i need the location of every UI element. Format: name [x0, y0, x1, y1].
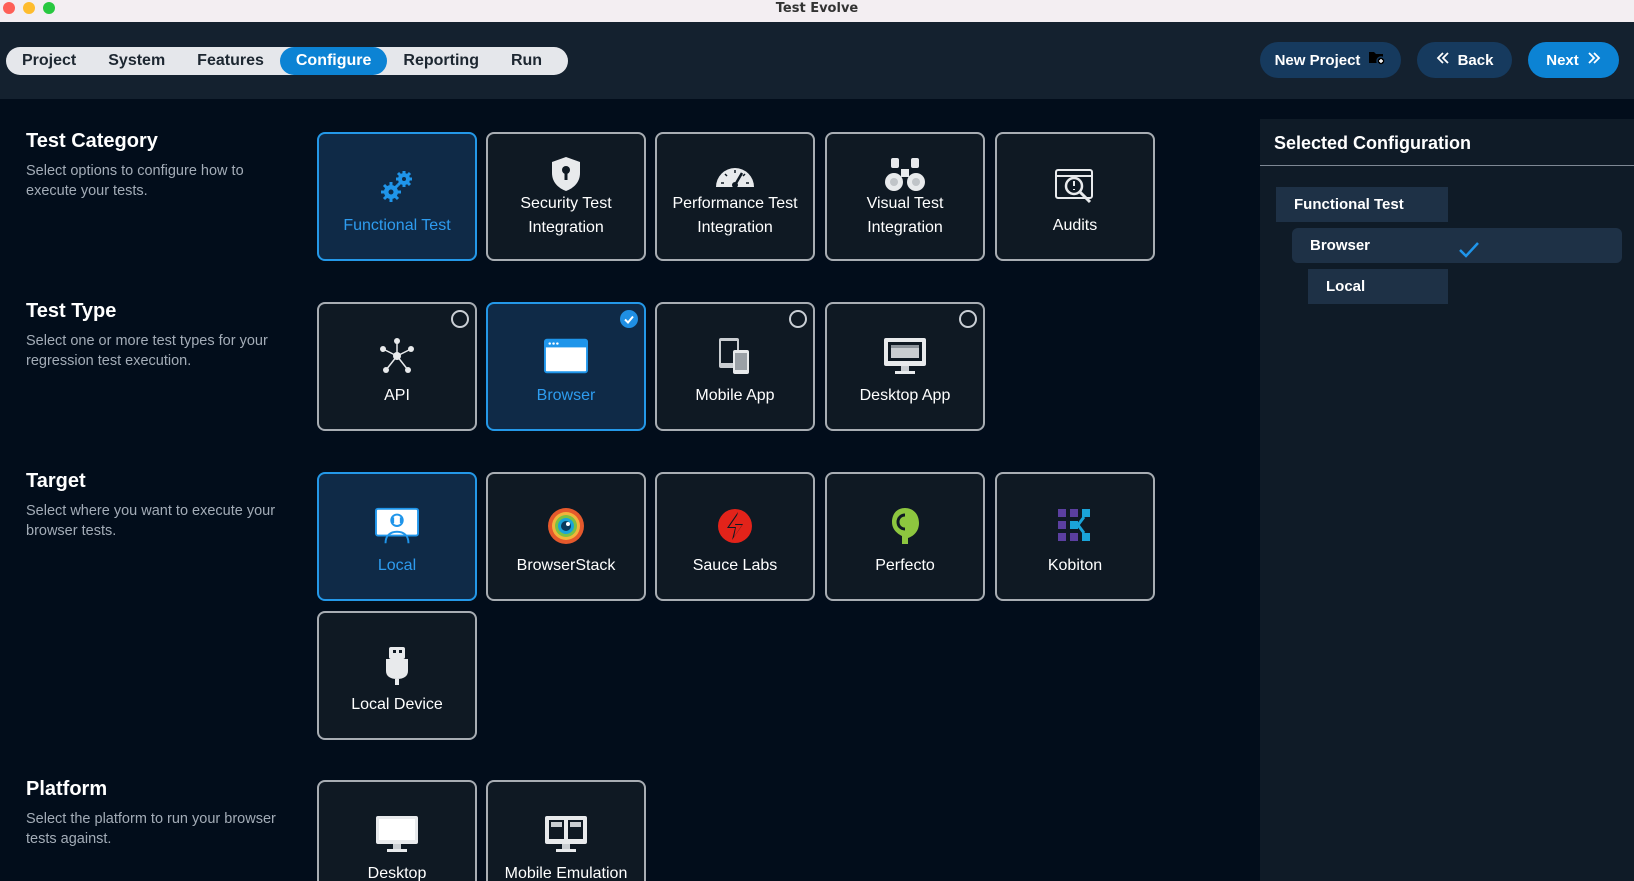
platform-description: Select the platform to run your browser …	[26, 811, 276, 847]
wizard-tabs: Project System Features Configure Report…	[6, 47, 568, 75]
browser-window-icon	[544, 334, 588, 378]
checkmark-circle-icon[interactable]	[620, 310, 638, 328]
radio-unchecked-icon[interactable]	[789, 310, 807, 328]
browserstack-logo-icon	[544, 504, 588, 548]
test-type-description: Select one or more test types for your r…	[26, 333, 268, 369]
tile-audits[interactable]: Audits	[995, 132, 1155, 261]
tile-label: Functional Test	[343, 217, 451, 234]
desktop-monitor-icon	[375, 812, 419, 856]
binoculars-icon	[883, 152, 927, 196]
tile-browserstack[interactable]: BrowserStack	[486, 472, 646, 601]
folder-plus-icon	[1368, 50, 1387, 70]
test-category-heading: Test Category	[26, 130, 158, 152]
next-label: Next	[1546, 51, 1579, 69]
usb-plug-icon	[375, 643, 419, 687]
tile-functional-test[interactable]: Functional Test	[317, 132, 477, 261]
local-user-screen-icon	[375, 504, 419, 548]
perfecto-logo-icon	[883, 504, 927, 548]
tab-system[interactable]: System	[92, 47, 181, 75]
tile-local-device[interactable]: Local Device	[317, 611, 477, 740]
kobiton-logo-icon	[1053, 504, 1097, 548]
tile-label: API	[384, 387, 410, 404]
tile-security-test-integration[interactable]: Security Test Integration	[486, 132, 646, 261]
platform-heading: Platform	[26, 778, 108, 800]
tile-mobile-app[interactable]: Mobile App	[655, 302, 815, 431]
config-item-local[interactable]: Local	[1308, 269, 1448, 304]
tile-local[interactable]: Local	[317, 472, 477, 601]
gears-icon	[375, 164, 419, 208]
tile-label: Perfecto	[875, 557, 935, 574]
tile-label: Sauce Labs	[692, 557, 778, 574]
checkmark-icon	[1458, 237, 1480, 272]
new-project-label: New Project	[1274, 51, 1361, 69]
config-item-functional-test[interactable]: Functional Test	[1276, 187, 1448, 222]
tile-visual-test-integration[interactable]: Visual Test Integration	[825, 132, 985, 261]
tab-project[interactable]: Project	[6, 47, 92, 75]
tile-label: Visual Test Integration	[866, 195, 944, 236]
tile-label: Desktop	[367, 865, 427, 881]
config-item-browser[interactable]: Browser	[1292, 228, 1622, 263]
tile-desktop-app[interactable]: Desktop App	[825, 302, 985, 431]
tile-label: BrowserStack	[516, 557, 616, 574]
tile-browser[interactable]: Browser	[486, 302, 646, 431]
network-nodes-icon	[375, 334, 419, 378]
tile-label: Security Test Integration	[520, 195, 612, 236]
tile-mobile-emulation[interactable]: Mobile Emulation	[486, 780, 646, 881]
tile-perfecto[interactable]: Perfecto	[825, 472, 985, 601]
test-category-description: Select options to configure how to execu…	[26, 163, 244, 199]
tile-label: Audits	[1052, 217, 1098, 234]
back-label: Back	[1457, 51, 1494, 69]
tile-label: Mobile App	[695, 387, 775, 404]
tile-label: Local	[377, 557, 417, 574]
double-chevron-left-icon	[1436, 51, 1450, 69]
radio-unchecked-icon[interactable]	[959, 310, 977, 328]
shield-lock-icon	[544, 152, 588, 196]
tile-label: Browser	[536, 387, 596, 404]
tab-reporting[interactable]: Reporting	[387, 47, 495, 75]
tile-label: Local Device	[351, 696, 443, 713]
tile-desktop[interactable]: Desktop	[317, 780, 477, 881]
tab-configure[interactable]: Configure	[279, 47, 388, 75]
panel-divider	[1260, 165, 1634, 166]
audit-magnifier-icon	[1053, 164, 1097, 208]
tile-label: Kobiton	[1047, 557, 1103, 574]
tile-kobiton[interactable]: Kobiton	[995, 472, 1155, 601]
tab-run[interactable]: Run	[495, 47, 558, 75]
tile-sauce-labs[interactable]: Sauce Labs	[655, 472, 815, 601]
window-titlebar: Test Evolve	[0, 0, 1634, 22]
target-heading: Target	[26, 470, 86, 492]
tile-label: Mobile Emulation	[504, 865, 628, 881]
next-button[interactable]: Next	[1528, 42, 1619, 78]
tab-features[interactable]: Features	[181, 47, 280, 75]
speedometer-icon	[713, 152, 757, 196]
target-description: Select where you want to execute your br…	[26, 503, 276, 539]
desktop-monitor-icon	[883, 334, 927, 378]
tile-performance-test-integration[interactable]: Performance Test Integration	[655, 132, 815, 261]
radio-unchecked-icon[interactable]	[451, 310, 469, 328]
tile-api[interactable]: API	[317, 302, 477, 431]
config-item-label: Browser	[1310, 237, 1371, 254]
mobile-emulation-icon	[544, 812, 588, 856]
test-type-heading: Test Type	[26, 300, 117, 322]
panel-title: Selected Configuration	[1274, 133, 1472, 153]
double-chevron-right-icon	[1587, 51, 1601, 69]
saucelabs-logo-icon	[713, 504, 757, 548]
mobile-devices-icon	[713, 334, 757, 378]
new-project-button[interactable]: New Project	[1260, 42, 1401, 78]
selected-configuration-panel: Selected Configuration Functional Test B…	[1260, 119, 1634, 881]
tile-label: Performance Test Integration	[672, 195, 798, 236]
tile-label: Desktop App	[859, 387, 951, 404]
window-title: Test Evolve	[775, 1, 859, 16]
back-button[interactable]: Back	[1417, 42, 1512, 78]
